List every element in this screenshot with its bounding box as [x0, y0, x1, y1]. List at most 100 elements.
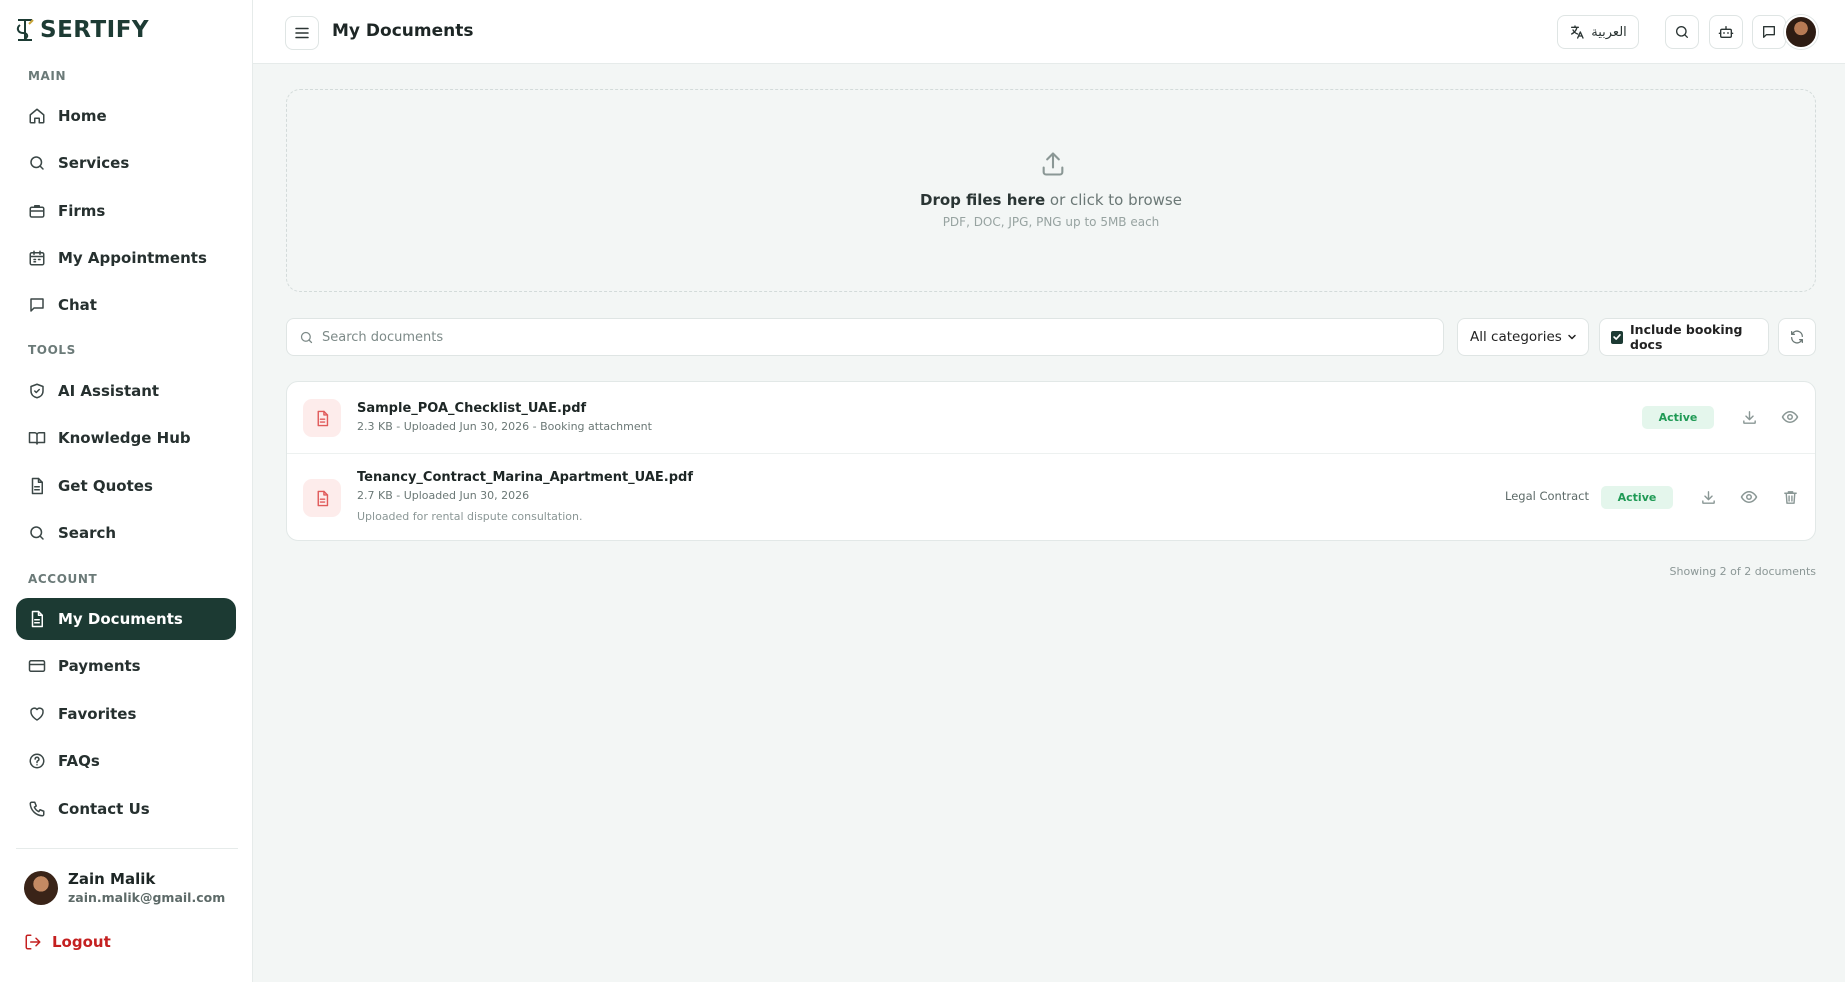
dropzone-hint: PDF, DOC, JPG, PNG up to 5MB each [942, 215, 1160, 229]
sidebar-item-favorites[interactable]: Favorites [16, 693, 236, 735]
sidebar-item-faqs[interactable]: FAQs [16, 740, 236, 782]
sidebar-item-label: Contact Us [58, 800, 150, 818]
sidebar-item-chat[interactable]: Chat [16, 284, 236, 326]
chat-icon [1763, 26, 1775, 38]
messages-button[interactable] [1752, 15, 1786, 49]
ai-bot-button[interactable] [1709, 15, 1743, 49]
logout-icon [25, 934, 41, 950]
search-input[interactable] [322, 329, 1422, 345]
dropzone-text-rest: or click to browse [1045, 191, 1182, 209]
search-icon [30, 526, 44, 540]
menu-toggle-button[interactable] [285, 16, 319, 50]
sidebar-item-label: Knowledge Hub [58, 429, 191, 447]
sidebar-item-search[interactable]: Search [16, 512, 236, 554]
documents-count: Showing 2 of 2 documents [1669, 565, 1816, 578]
sidebar-item-services[interactable]: Services [16, 142, 236, 184]
sidebar-item-home[interactable]: Home [16, 95, 236, 137]
download-icon [1701, 490, 1715, 504]
status-badge: Active [1642, 406, 1714, 429]
status-badge: Active [1601, 486, 1673, 509]
sidebar-item-label: My Documents [58, 610, 183, 628]
sidebar-item-payments[interactable]: Payments [16, 645, 236, 687]
sidebar-item-label: AI Assistant [58, 382, 160, 400]
sidebar-item-appointments[interactable]: My Appointments [16, 237, 236, 279]
language-label: العربية [1591, 24, 1627, 40]
user-card[interactable]: Zain Malik zain.malik@gmail.com [24, 870, 225, 905]
sidebar: SERTIFY MAIN Home Services Firms My Appo… [0, 0, 253, 982]
logo-mark-icon [16, 19, 34, 41]
include-booking-checkbox[interactable] [1611, 330, 1624, 344]
sidebar-item-label: Favorites [58, 705, 137, 723]
category-select[interactable]: All categories [1457, 318, 1589, 356]
brand-name: SERTIFY [40, 17, 150, 43]
download-button[interactable] [1739, 407, 1759, 427]
section-label-tools: TOOLS [28, 343, 76, 357]
sidebar-item-contact-us[interactable]: Contact Us [16, 788, 236, 830]
view-button[interactable] [1739, 487, 1759, 507]
menu-icon [295, 27, 309, 39]
sidebar-item-label: FAQs [58, 752, 100, 770]
dropzone-text: Drop files here or click to browse [287, 191, 1815, 209]
document-note: Uploaded for rental dispute consultation… [357, 510, 583, 523]
user-name: Zain Malik [68, 870, 156, 888]
phone-icon [29, 801, 45, 817]
top-header: My Documents العربية [253, 0, 1845, 64]
header-search-button[interactable] [1665, 15, 1699, 49]
help-circle-icon [29, 753, 45, 769]
credit-card-icon [28, 660, 46, 672]
sidebar-item-label: Search [58, 524, 117, 542]
translate-icon [1571, 25, 1584, 39]
shield-check-icon [30, 383, 44, 399]
avatar [24, 870, 58, 905]
document-row[interactable]: Sample_POA_Checklist_UAE.pdf 2.3 KB - Up… [287, 382, 1815, 453]
sidebar-divider [16, 848, 238, 849]
sidebar-item-knowledge-hub[interactable]: Knowledge Hub [16, 417, 236, 459]
download-icon [1742, 410, 1756, 424]
sidebar-item-my-documents[interactable]: My Documents [16, 598, 236, 640]
search-icon [30, 156, 44, 170]
sidebar-item-label: Payments [58, 657, 141, 675]
section-label-account: ACCOUNT [28, 572, 98, 586]
sidebar-item-label: Chat [58, 296, 97, 314]
document-search [286, 318, 1444, 356]
upload-dropzone[interactable]: Drop files here or click to browse PDF, … [286, 89, 1816, 292]
view-button[interactable] [1780, 407, 1800, 427]
document-category: Legal Contract [1505, 489, 1589, 503]
document-meta: 2.7 KB - Uploaded Jun 30, 2026 [357, 489, 530, 502]
document-icon [31, 477, 43, 495]
include-booking-docs-toggle[interactable]: Include booking docs [1599, 318, 1769, 356]
briefcase-icon [29, 205, 45, 218]
download-button[interactable] [1698, 487, 1718, 507]
search-icon [1676, 26, 1688, 38]
robot-icon [1718, 26, 1734, 38]
delete-button[interactable] [1780, 487, 1800, 507]
document-meta: 2.3 KB - Uploaded Jun 30, 2026 - Booking… [357, 420, 652, 433]
eye-icon [1740, 491, 1758, 503]
sidebar-item-firms[interactable]: Firms [16, 190, 236, 232]
sidebar-item-label: Home [58, 107, 107, 125]
logout-label: Logout [52, 933, 111, 951]
eye-icon [1781, 411, 1799, 423]
document-name: Tenancy_Contract_Marina_Apartment_UAE.pd… [357, 470, 693, 485]
sidebar-item-get-quotes[interactable]: Get Quotes [16, 465, 236, 507]
document-row[interactable]: Tenancy_Contract_Marina_Apartment_UAE.pd… [287, 453, 1815, 540]
refresh-button[interactable] [1778, 318, 1816, 356]
category-selected-value: All categories [1470, 329, 1562, 345]
section-label-main: MAIN [28, 69, 67, 83]
dropzone-text-bold: Drop files here [920, 191, 1046, 209]
upload-icon [1042, 152, 1064, 176]
chat-icon [30, 298, 44, 312]
heart-icon [30, 707, 44, 721]
sidebar-item-ai-assistant[interactable]: AI Assistant [16, 370, 236, 412]
page-title: My Documents [332, 21, 474, 41]
header-avatar[interactable] [1784, 15, 1818, 49]
document-icon [31, 610, 43, 628]
sidebar-item-label: Services [58, 154, 130, 172]
chevron-down-icon [1568, 334, 1576, 340]
calendar-icon [29, 250, 45, 266]
trash-icon [1783, 490, 1797, 504]
language-toggle-button[interactable]: العربية [1557, 15, 1639, 49]
brand-logo[interactable]: SERTIFY [14, 15, 149, 45]
home-icon [29, 108, 45, 124]
logout-button[interactable]: Logout [24, 933, 111, 951]
